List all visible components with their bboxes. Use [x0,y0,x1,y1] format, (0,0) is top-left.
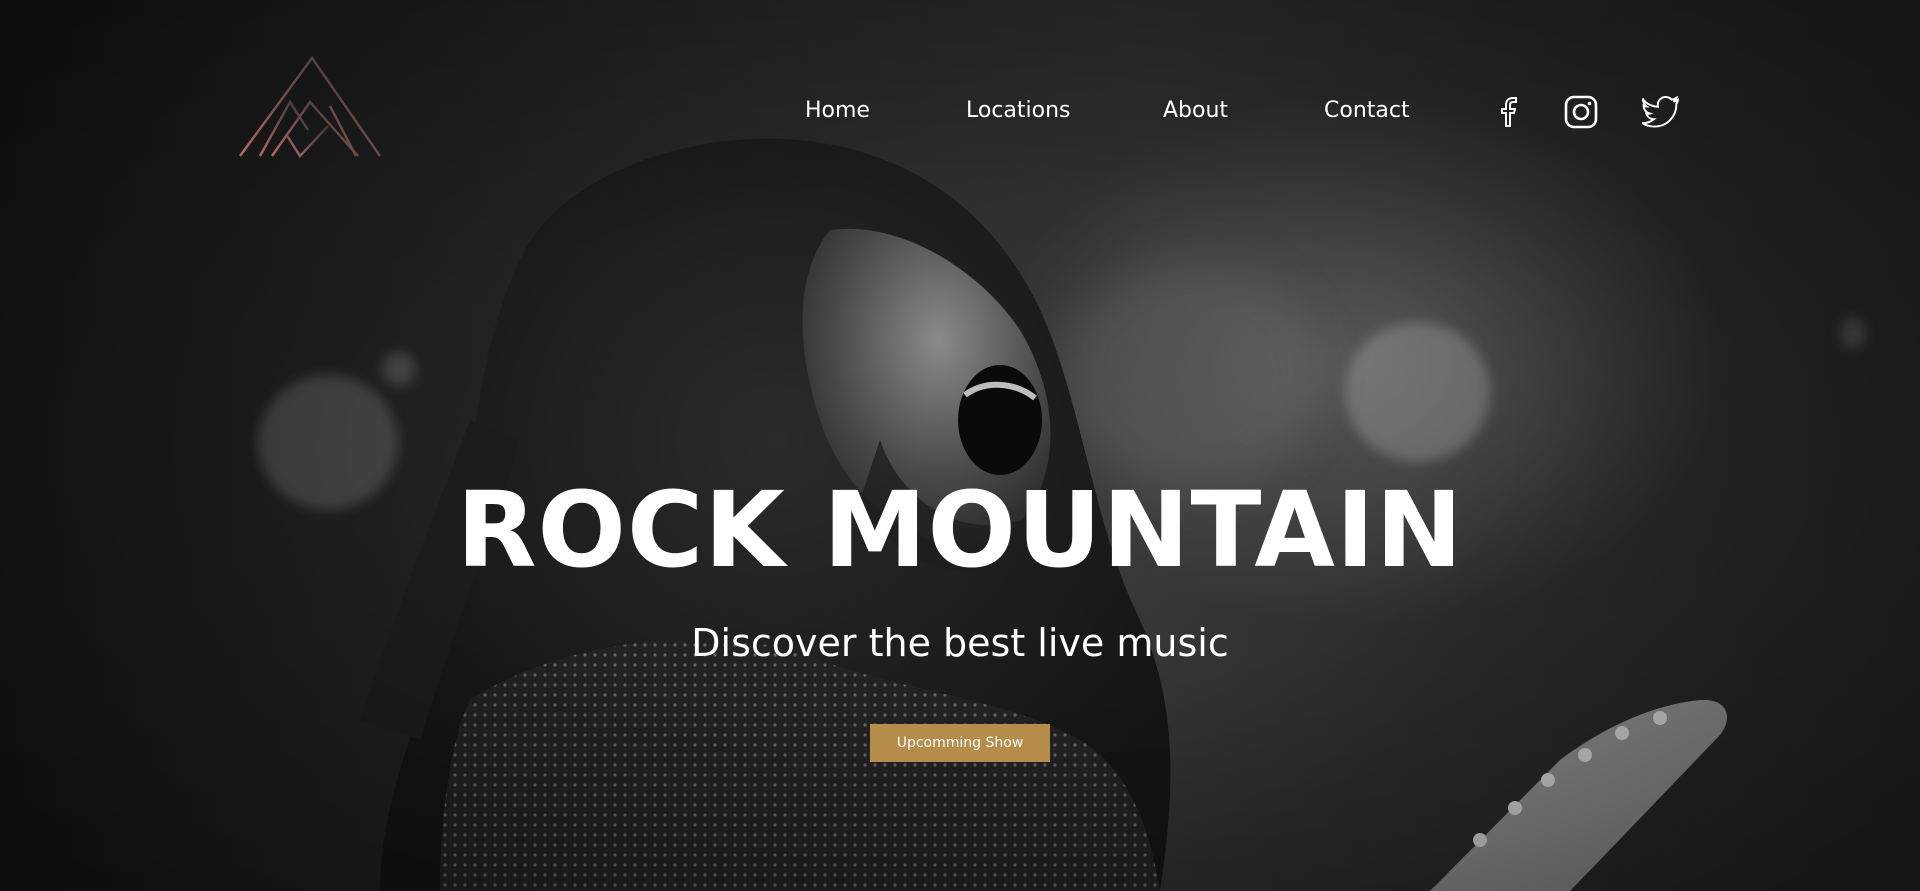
nav-about-link[interactable]: About [1163,98,1228,123]
nav-home-link[interactable]: Home [805,98,870,123]
site-header: Home Locations About Contact [0,0,1920,170]
hero-title: ROCK MOUNTAIN [456,469,1464,591]
upcoming-show-button[interactable]: Upcomming Show [870,724,1050,762]
facebook-icon[interactable] [1490,92,1530,132]
hero-section: Home Locations About Contact ROCK MOUNTA… [0,0,1920,891]
mountain-logo[interactable] [238,56,382,160]
nav-locations-link[interactable]: Locations [966,98,1071,123]
hero-subtitle: Discover the best live music [691,621,1229,665]
nav-contact-link[interactable]: Contact [1324,98,1410,123]
instagram-icon[interactable] [1561,92,1601,132]
twitter-icon[interactable] [1641,92,1681,132]
